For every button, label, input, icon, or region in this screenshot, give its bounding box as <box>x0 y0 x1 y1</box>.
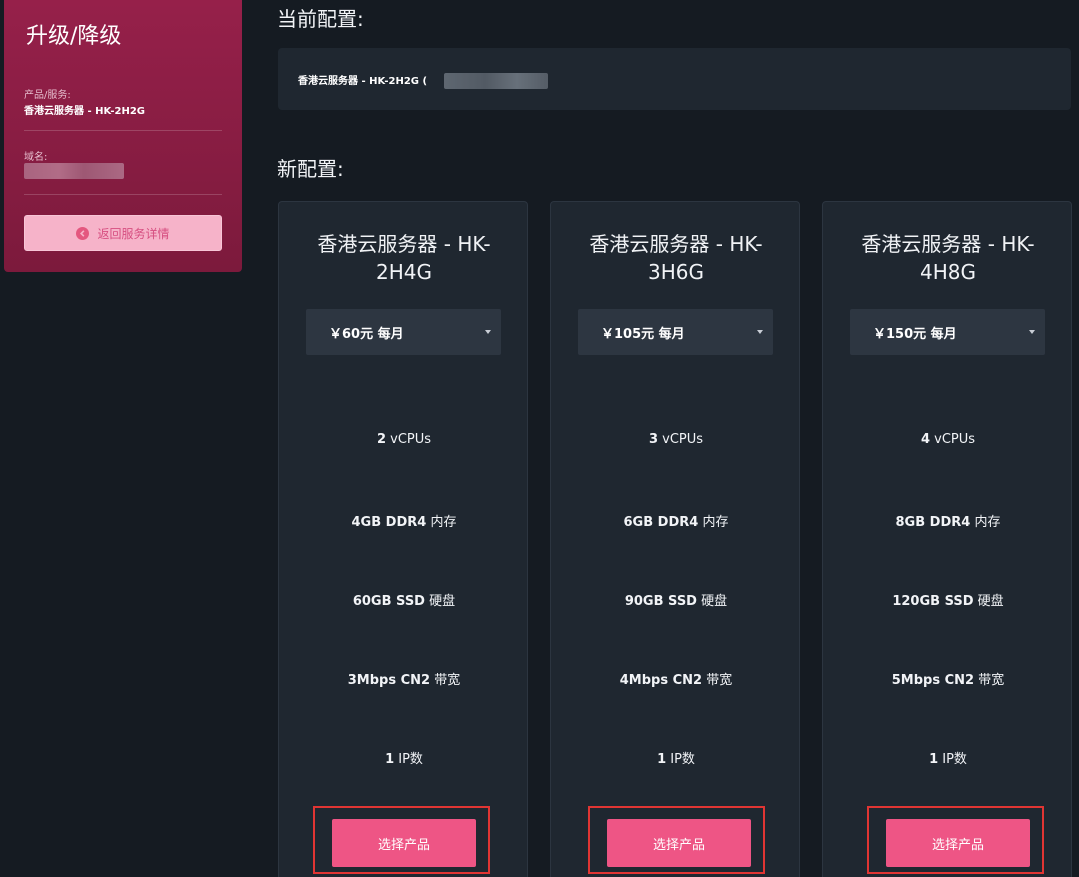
sidebar: 升级/降级 产品/服务: 香港云服务器 - HK-2H2G 域名: 返回服务详情 <box>4 0 242 272</box>
choose-highlight: 选择产品 <box>588 806 765 874</box>
spec-ram: 8GB DDR4 内存 <box>895 515 1001 530</box>
sidebar-divider <box>24 130 222 131</box>
new-config-title: 新配置: <box>277 157 344 181</box>
current-config-title: 当前配置: <box>277 7 364 31</box>
plan-name-line: 3H6G <box>648 260 704 284</box>
spec-disk: 120GB SSD 硬盘 <box>892 594 1004 609</box>
spec-disk: 90GB SSD 硬盘 <box>624 594 728 609</box>
page: 升级/降级 产品/服务: 香港云服务器 - HK-2H2G 域名: 返回服务详情… <box>0 0 1079 877</box>
plan-name: 香港云服务器 - HK- 3H6G <box>551 230 801 286</box>
caret-down-icon <box>757 330 763 334</box>
billing-cycle-select[interactable]: ￥105元 每月 <box>578 309 773 355</box>
spec-vcpu: 4 vCPUs <box>920 432 976 447</box>
plan-name-line: 4H8G <box>920 260 976 284</box>
spec-vcpu: 2 vCPUs <box>376 432 432 447</box>
plan-card: 香港云服务器 - HK- 4H8G ￥150元 每月 4 vCPUs 8GB D… <box>822 201 1072 877</box>
product-value: 香港云服务器 - HK-2H2G <box>24 106 146 117</box>
caret-down-icon <box>1029 330 1035 334</box>
domain-redacted <box>24 163 124 179</box>
current-config-box: 香港云服务器 - HK-2H2G ( <box>278 48 1071 110</box>
plan-card: 香港云服务器 - HK- 2H4G ￥60元 每月 2 vCPUs 4GB DD… <box>278 201 528 877</box>
caret-down-icon <box>485 330 491 334</box>
price-value: ￥105元 每月 <box>601 326 685 342</box>
back-to-service-button[interactable]: 返回服务详情 <box>24 215 222 251</box>
plan-name-line: 香港云服务器 - HK- <box>861 232 1035 256</box>
spec-ram: 4GB DDR4 内存 <box>351 515 457 530</box>
spec-vcpu: 3 vCPUs <box>648 432 704 447</box>
sidebar-divider <box>24 194 222 195</box>
domain-label: 域名: <box>24 152 48 163</box>
current-config-redacted <box>444 73 548 89</box>
product-label: 产品/服务: <box>24 90 71 101</box>
choose-product-button[interactable]: 选择产品 <box>607 819 751 867</box>
plan-name-line: 2H4G <box>376 260 432 284</box>
price-value: ￥60元 每月 <box>329 326 404 342</box>
price-value: ￥150元 每月 <box>873 326 957 342</box>
spec-ram: 6GB DDR4 内存 <box>623 515 729 530</box>
choose-product-button[interactable]: 选择产品 <box>886 819 1030 867</box>
plan-name-line: 香港云服务器 - HK- <box>589 232 763 256</box>
plan-name: 香港云服务器 - HK- 4H8G <box>823 230 1073 286</box>
spec-bandwidth: 5Mbps CN2 带宽 <box>891 673 1005 688</box>
spec-bandwidth: 4Mbps CN2 带宽 <box>619 673 733 688</box>
current-config-value: 香港云服务器 - HK-2H2G ( <box>298 76 428 87</box>
choose-highlight: 选择产品 <box>313 806 490 874</box>
spec-ip: 1 IP数 <box>657 752 695 767</box>
plan-card: 香港云服务器 - HK- 3H6G ￥105元 每月 3 vCPUs 6GB D… <box>550 201 800 877</box>
back-button-label: 返回服务详情 <box>97 226 170 241</box>
spec-ip: 1 IP数 <box>929 752 967 767</box>
spec-bandwidth: 3Mbps CN2 带宽 <box>347 673 461 688</box>
choose-product-button[interactable]: 选择产品 <box>332 819 476 867</box>
choose-highlight: 选择产品 <box>867 806 1044 874</box>
spec-ip: 1 IP数 <box>385 752 423 767</box>
sidebar-title: 升级/降级 <box>26 24 122 49</box>
spec-disk: 60GB SSD 硬盘 <box>352 594 456 609</box>
arrow-left-circle-icon <box>76 226 90 240</box>
billing-cycle-select[interactable]: ￥60元 每月 <box>306 309 501 355</box>
plan-name-line: 香港云服务器 - HK- <box>317 232 491 256</box>
plan-name: 香港云服务器 - HK- 2H4G <box>279 230 529 286</box>
billing-cycle-select[interactable]: ￥150元 每月 <box>850 309 1045 355</box>
